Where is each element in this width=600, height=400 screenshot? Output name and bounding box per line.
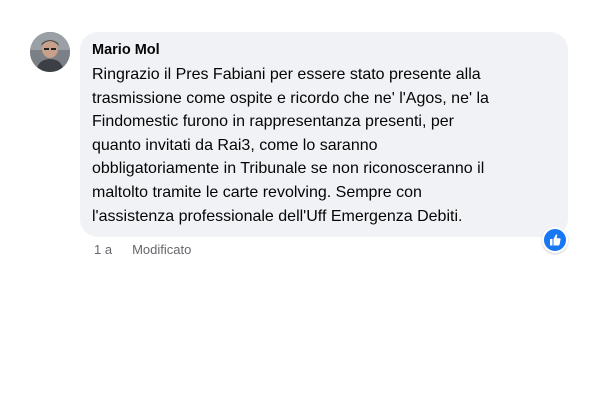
comment-text-line: quanto invitati da Rai3, come lo saranno bbox=[92, 136, 378, 154]
comment-timestamp[interactable]: 1 a bbox=[94, 242, 112, 258]
comment-text-line: Findomestic furono in rappresentanza pre… bbox=[92, 113, 454, 131]
comment-text-line: maltolto tramite le carte revolving. Sem… bbox=[92, 183, 422, 201]
comment-text-line: obbligatoriamente in Tribunale se non ri… bbox=[92, 160, 485, 178]
comment-text-line: Ringrazio il Pres Fabiani per essere sta… bbox=[92, 66, 481, 83]
comment-author[interactable]: Mario Mol bbox=[92, 41, 556, 59]
comment-meta: 1 a Modificato bbox=[94, 242, 191, 258]
edited-label[interactable]: Modificato bbox=[132, 242, 191, 258]
comment-bubble: Mario Mol Ringrazio il Pres Fabiani per … bbox=[80, 32, 568, 237]
like-thumbs-up-icon[interactable] bbox=[542, 227, 568, 253]
comment-container: Mario Mol Ringrazio il Pres Fabiani per … bbox=[0, 0, 600, 400]
comment-text-line: l'assistenza professionale dell'Uff Emer… bbox=[92, 207, 463, 225]
comment-text: Ringrazio il Pres Fabiani per essere sta… bbox=[92, 63, 552, 228]
comment-text-line: trasmissione come ospite e ricordo che n… bbox=[92, 89, 489, 107]
avatar[interactable] bbox=[30, 32, 70, 72]
